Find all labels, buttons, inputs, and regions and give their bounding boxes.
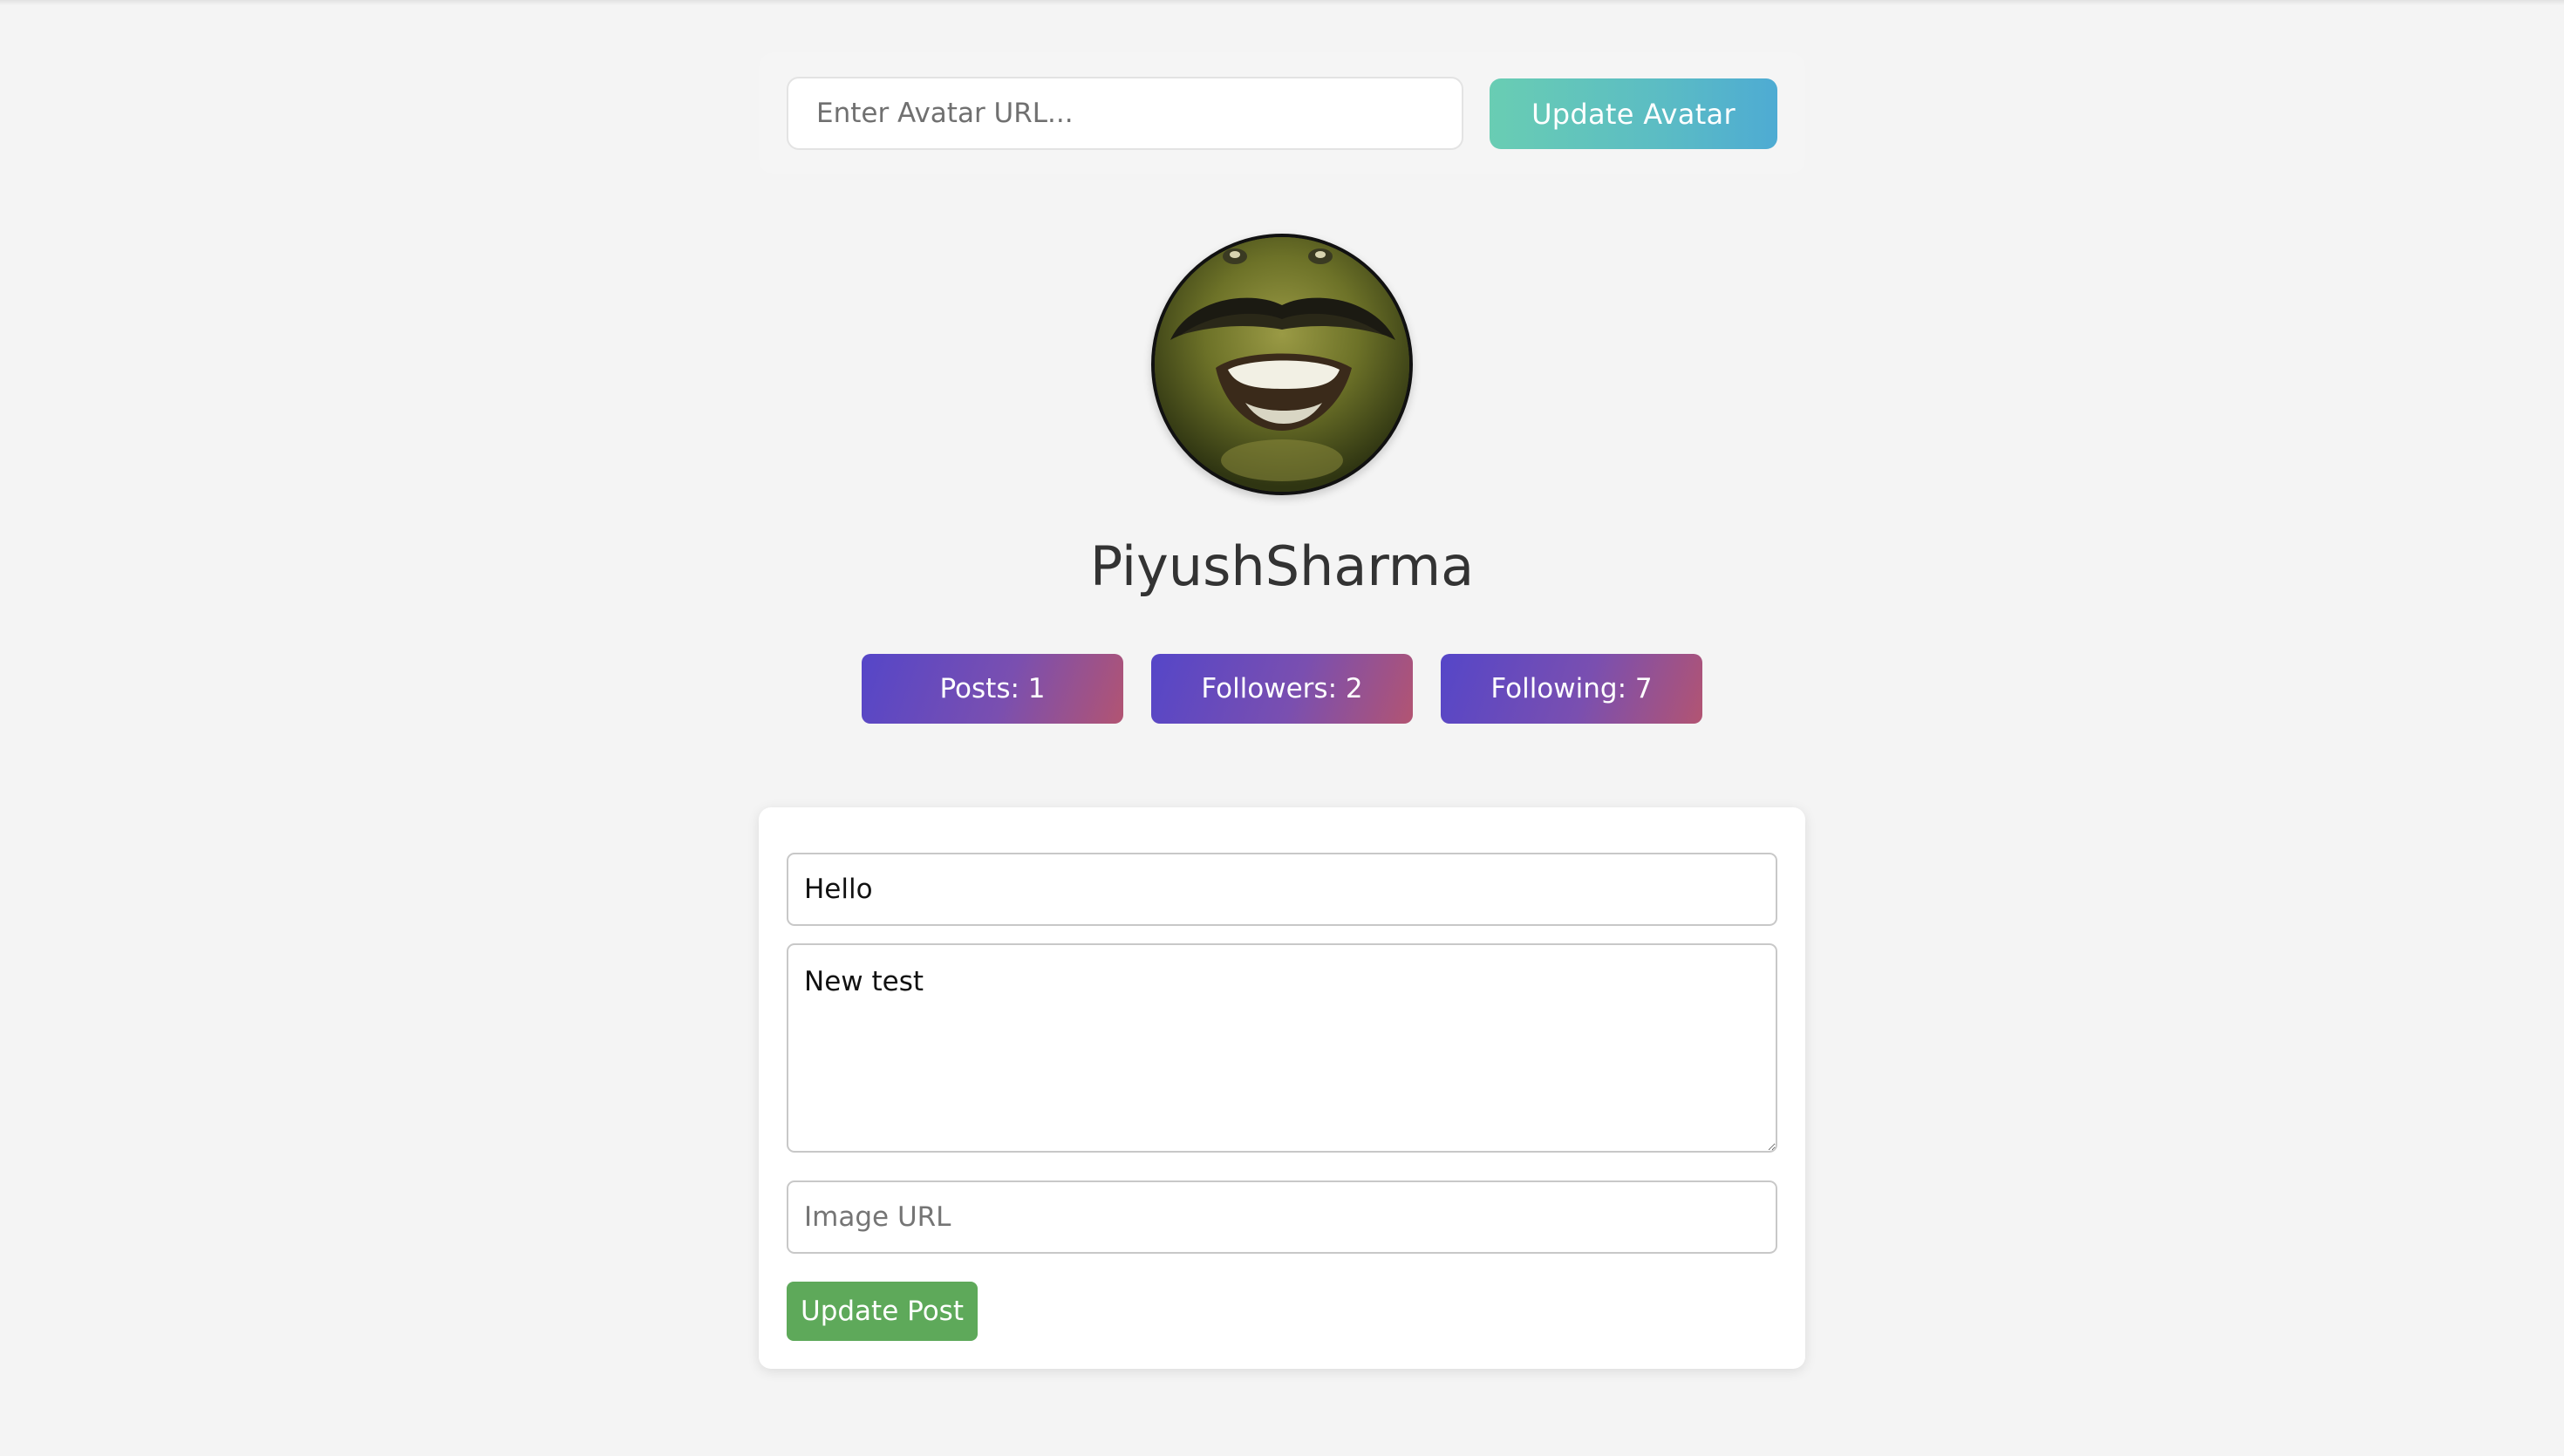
- posts-count-badge[interactable]: Posts: 1: [862, 654, 1123, 724]
- username: PiyushSharma: [1089, 534, 1475, 598]
- avatar-face-image: [1155, 237, 1409, 492]
- top-shadow: [0, 0, 2564, 5]
- avatar: [1151, 234, 1413, 495]
- update-post-button[interactable]: Update Post: [787, 1282, 978, 1341]
- update-avatar-button[interactable]: Update Avatar: [1490, 78, 1777, 149]
- post-body-textarea[interactable]: New test: [787, 943, 1777, 1153]
- post-title-input[interactable]: [787, 853, 1777, 926]
- avatar-url-input[interactable]: [787, 77, 1463, 150]
- followers-count-badge[interactable]: Followers: 2: [1151, 654, 1413, 724]
- following-count-badge[interactable]: Following: 7: [1441, 654, 1702, 724]
- image-url-input[interactable]: [787, 1180, 1777, 1254]
